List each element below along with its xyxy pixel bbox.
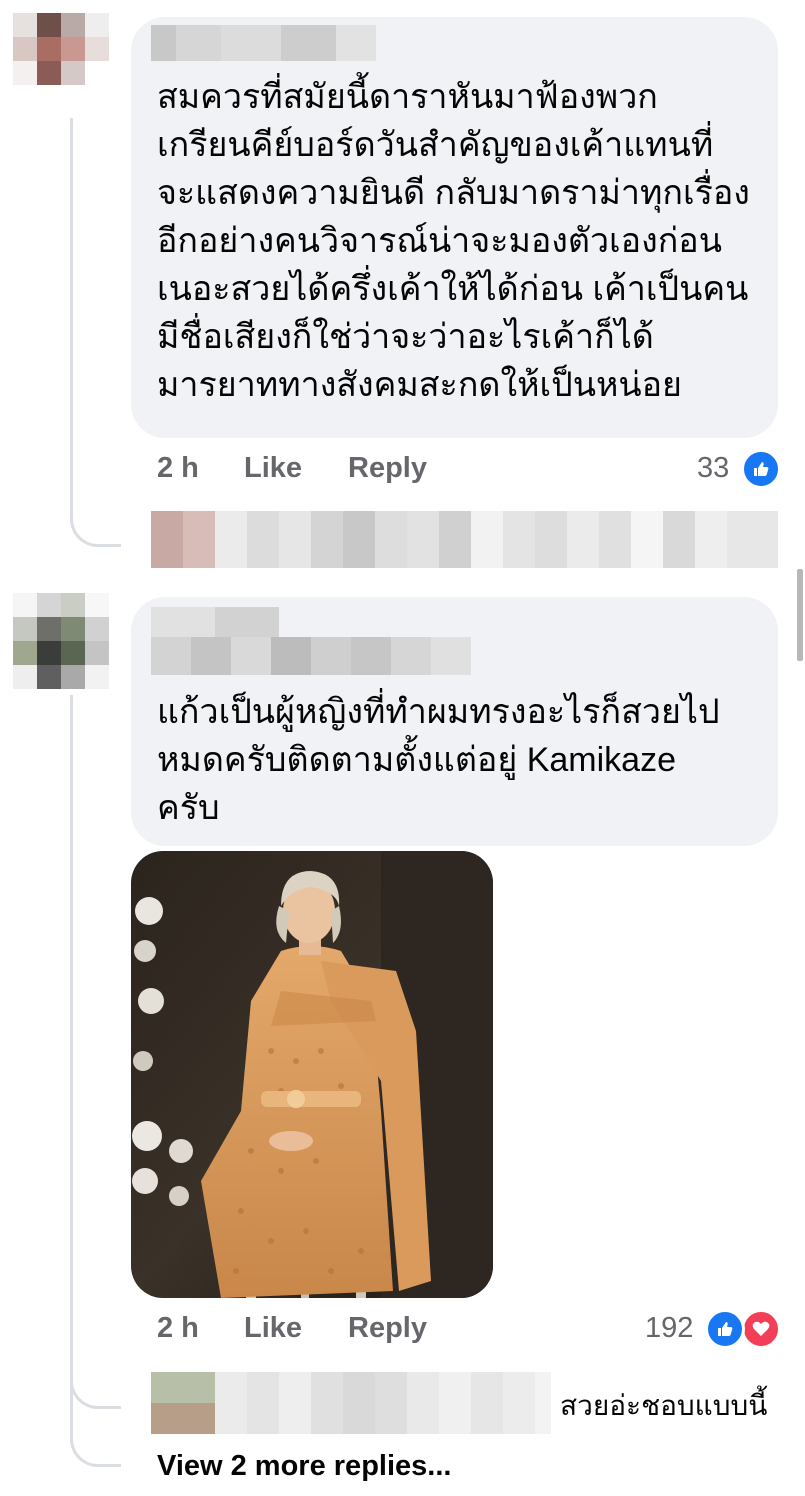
commenter-name[interactable] — [151, 637, 471, 675]
reaction-count[interactable]: 33 — [697, 452, 729, 485]
photo-woman-in-thai-dress — [131, 851, 493, 1298]
thread-line — [70, 118, 73, 510]
reaction-count[interactable]: 192 — [645, 1312, 693, 1345]
like-button[interactable]: Like — [244, 452, 302, 485]
comment-text: แก้วเป็นผู้หญิงที่ทำผมทรงอะไรก็สวยไป หมด… — [157, 693, 720, 827]
commenter-name[interactable] — [151, 607, 279, 637]
comment-text: สมควรที่สมัยนี้ดาราหันมาฟ้องพวก เกรียนคี… — [157, 78, 750, 404]
comment-time[interactable]: 2 h — [157, 452, 199, 485]
comment-photo[interactable] — [131, 851, 493, 1298]
love-icon — [741, 1309, 781, 1349]
scrollbar[interactable] — [797, 569, 803, 661]
thread-connector — [70, 1420, 121, 1467]
avatar[interactable] — [13, 13, 109, 109]
reply-preview-blurred[interactable] — [151, 511, 778, 568]
thread-line — [70, 695, 73, 1440]
commenter-name[interactable] — [151, 25, 376, 61]
like-button[interactable]: Like — [244, 1312, 302, 1345]
like-icon — [705, 1309, 745, 1349]
view-more-replies-link[interactable]: View 2 more replies... — [157, 1450, 451, 1483]
reply-preview-text[interactable]: สวยอ่ะชอบแบบนี้ — [560, 1384, 767, 1428]
avatar[interactable] — [13, 593, 109, 689]
comment-time[interactable]: 2 h — [157, 1312, 199, 1345]
reply-button[interactable]: Reply — [348, 452, 427, 485]
like-icon — [741, 449, 781, 489]
thread-connector — [70, 1360, 121, 1409]
reply-author-avatar[interactable] — [151, 1403, 215, 1434]
thread-connector — [70, 480, 121, 547]
reply-button[interactable]: Reply — [348, 1312, 427, 1345]
